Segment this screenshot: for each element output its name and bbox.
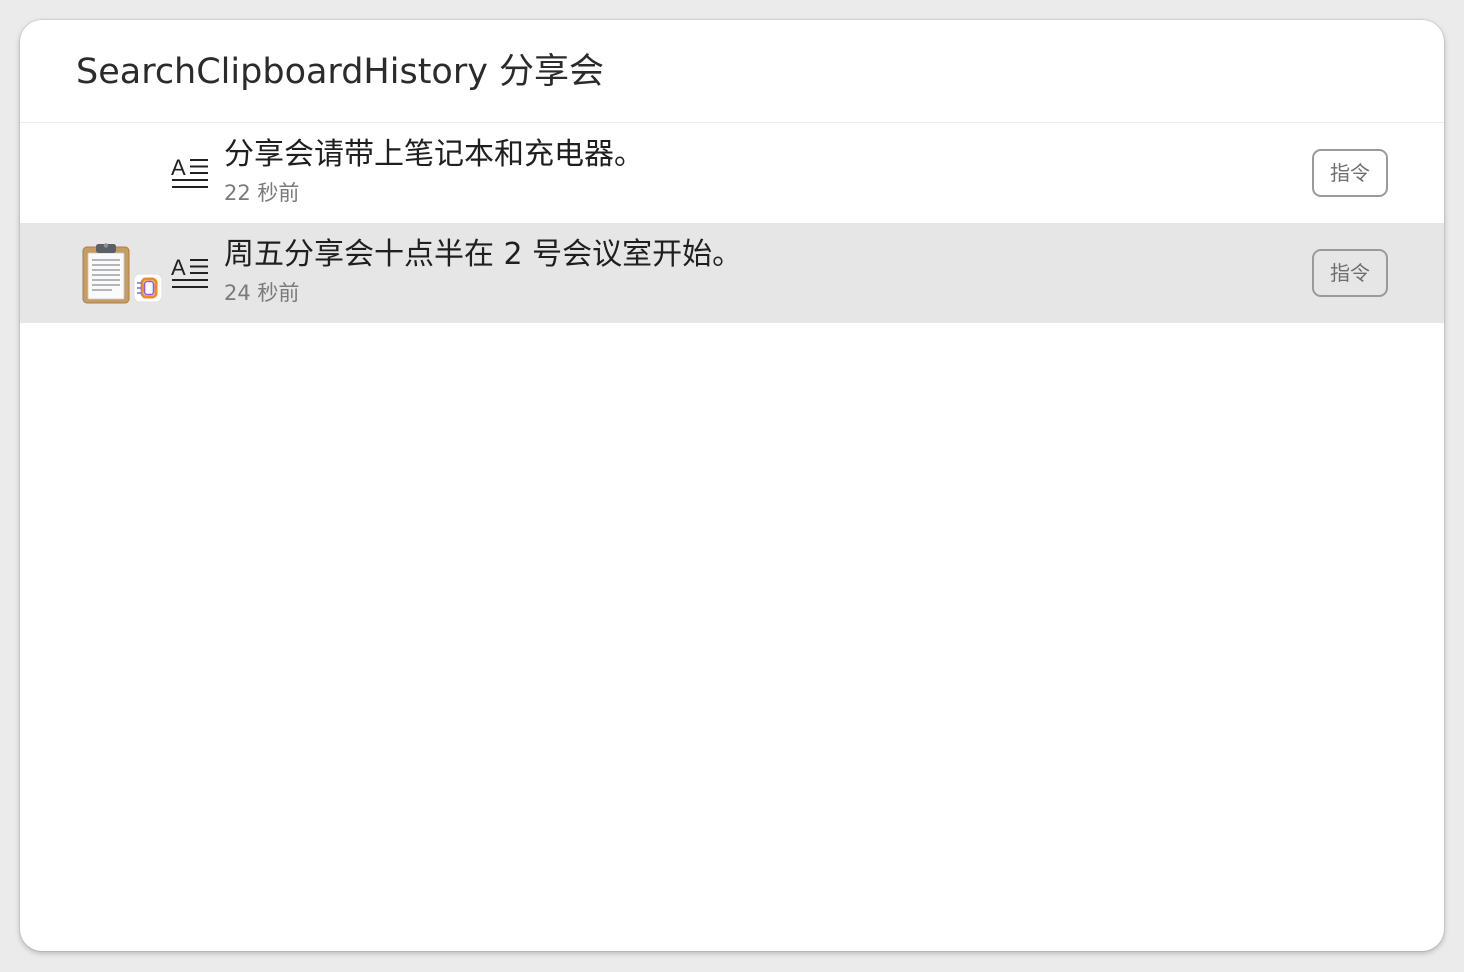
svg-text:A: A [171,155,186,180]
result-row-selected[interactable]: A 周五分享会十点半在 2 号会议室开始。 24 秒前 指令 [20,223,1444,323]
command-button[interactable]: 指令 [1312,149,1388,197]
search-query[interactable]: SearchClipboardHistory 分享会 [76,48,604,96]
app-badge-icon [133,273,163,303]
text-icon: A [171,155,208,188]
clipboard-icon [82,243,163,304]
result-timestamp: 24 秒前 [224,281,300,305]
result-row[interactable]: A 分享会请带上笔记本和充电器。 22 秒前 指令 [20,123,1444,223]
result-timestamp: 22 秒前 [224,181,300,205]
results-list: A 分享会请带上笔记本和充电器。 22 秒前 指令 A 周五分享会十点半在 2 … [20,123,1444,323]
result-title: 分享会请带上笔记本和充电器。 [224,137,644,172]
result-title: 周五分享会十点半在 2 号会议室开始。 [224,237,743,272]
launcher-window: SearchClipboardHistory 分享会 A 分享会请带上笔记本和充… [20,20,1444,951]
search-bar[interactable]: SearchClipboardHistory 分享会 [20,20,1444,123]
svg-text:A: A [171,255,186,280]
text-icon: A [171,255,208,288]
command-button[interactable]: 指令 [1312,249,1388,297]
